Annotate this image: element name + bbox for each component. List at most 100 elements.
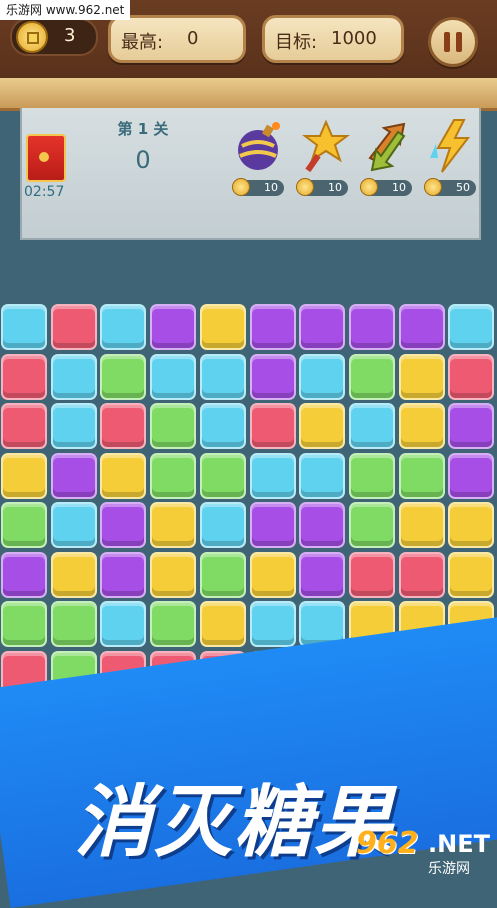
tile-yellow[interactable]: [150, 551, 197, 598]
coin-icon: [16, 21, 48, 53]
tile-yellow[interactable]: [448, 502, 495, 548]
swap-cost: 10: [360, 178, 412, 196]
coin-icon: [232, 178, 250, 196]
coin-icon: [360, 178, 378, 196]
tile-cyan[interactable]: [150, 353, 197, 400]
tile-green[interactable]: [348, 353, 395, 400]
bomb-icon: [238, 122, 280, 170]
lightning-tool-button[interactable]: [424, 118, 480, 174]
current-score: 0: [135, 146, 151, 174]
tile-purple[interactable]: [299, 502, 346, 548]
tile-yellow[interactable]: [150, 502, 197, 548]
watermark-bottom: 962 .NET 乐游网: [356, 826, 494, 878]
tile-cyan[interactable]: [199, 502, 246, 548]
coin-icon: [424, 178, 442, 196]
tile-cyan[interactable]: [249, 452, 296, 499]
wand-cost: 10: [296, 178, 348, 196]
watermark-suffix: .NET: [428, 830, 490, 858]
tile-yellow[interactable]: [199, 304, 246, 350]
pause-button[interactable]: [428, 17, 478, 67]
tile-cyan[interactable]: [299, 353, 346, 400]
bomb-cost: 10: [232, 178, 284, 196]
tile-yellow[interactable]: [398, 353, 445, 400]
coin-counter[interactable]: 3: [10, 18, 98, 56]
tile-green[interactable]: [150, 403, 197, 449]
swap-arrows-icon: [368, 122, 406, 172]
tile-cyan[interactable]: [100, 601, 147, 647]
tile-green[interactable]: [348, 452, 395, 499]
tile-yellow[interactable]: [50, 551, 97, 598]
target-label: 目标:: [275, 32, 318, 53]
tile-green[interactable]: [199, 452, 246, 499]
tile-purple[interactable]: [1, 551, 47, 598]
tile-purple[interactable]: [448, 403, 495, 449]
tile-yellow[interactable]: [100, 452, 147, 499]
tile-cyan[interactable]: [1, 304, 47, 350]
tile-cyan[interactable]: [199, 403, 246, 449]
tile-red[interactable]: [398, 551, 445, 598]
bomb-tool-button[interactable]: [232, 118, 288, 174]
level-label: 第 1 关: [117, 120, 169, 138]
best-label: 最高:: [121, 32, 164, 53]
tile-cyan[interactable]: [299, 452, 346, 499]
panel-header-frame: [0, 78, 497, 111]
tile-cyan[interactable]: [50, 353, 97, 400]
tile-red[interactable]: [448, 353, 495, 400]
tile-purple[interactable]: [398, 304, 445, 350]
tile-yellow[interactable]: [448, 551, 495, 598]
tile-yellow[interactable]: [398, 403, 445, 449]
lightning-icon: [430, 119, 471, 173]
tile-purple[interactable]: [100, 502, 147, 548]
watermark-sub: 乐游网: [428, 861, 470, 877]
tile-red[interactable]: [100, 403, 147, 449]
best-score-box: 最高: 0: [108, 15, 246, 63]
lightning-cost: 50: [424, 178, 476, 196]
tile-purple[interactable]: [150, 304, 197, 350]
tile-green[interactable]: [100, 353, 147, 400]
tile-green[interactable]: [50, 601, 97, 647]
tile-purple[interactable]: [249, 353, 296, 400]
tile-green[interactable]: [348, 502, 395, 548]
tile-purple[interactable]: [249, 502, 296, 548]
tile-green[interactable]: [1, 601, 47, 647]
swap-tool-button[interactable]: [360, 118, 416, 174]
tile-green[interactable]: [398, 452, 445, 499]
tile-cyan[interactable]: [448, 304, 495, 350]
coin-count: 3: [64, 25, 76, 46]
tile-purple[interactable]: [348, 304, 395, 350]
tile-yellow[interactable]: [249, 551, 296, 598]
tile-purple[interactable]: [249, 304, 296, 350]
target-value: 1000: [331, 28, 377, 49]
countdown-timer: 02:57: [24, 184, 65, 200]
tile-green[interactable]: [150, 452, 197, 499]
tile-red[interactable]: [348, 551, 395, 598]
banner-title: 消灭糖果: [74, 778, 395, 868]
tile-red[interactable]: [1, 353, 47, 400]
tile-purple[interactable]: [299, 304, 346, 350]
tile-yellow[interactable]: [299, 403, 346, 449]
tile-purple[interactable]: [100, 551, 147, 598]
tile-red[interactable]: [249, 403, 296, 449]
tile-cyan[interactable]: [249, 601, 296, 647]
magic-wand-icon: [302, 119, 350, 173]
tile-cyan[interactable]: [348, 403, 395, 449]
tile-red[interactable]: [1, 403, 47, 449]
tile-green[interactable]: [150, 601, 197, 647]
tile-green[interactable]: [199, 551, 246, 598]
tile-yellow[interactable]: [398, 502, 445, 548]
tile-yellow[interactable]: [199, 601, 246, 647]
watermark-top: 乐游网 www.962.net: [0, 0, 131, 20]
tile-purple[interactable]: [448, 452, 495, 499]
tile-cyan[interactable]: [199, 353, 246, 400]
tile-cyan[interactable]: [50, 403, 97, 449]
tile-purple[interactable]: [50, 452, 97, 499]
red-envelope-icon[interactable]: [26, 134, 66, 182]
tile-yellow[interactable]: [1, 452, 47, 499]
tile-green[interactable]: [1, 502, 47, 548]
tile-purple[interactable]: [299, 551, 346, 598]
tile-cyan[interactable]: [100, 304, 147, 350]
tile-red[interactable]: [50, 304, 97, 350]
target-score-box: 目标: 1000: [262, 15, 404, 63]
magic-wand-tool-button[interactable]: [296, 118, 352, 174]
tile-cyan[interactable]: [50, 502, 97, 548]
